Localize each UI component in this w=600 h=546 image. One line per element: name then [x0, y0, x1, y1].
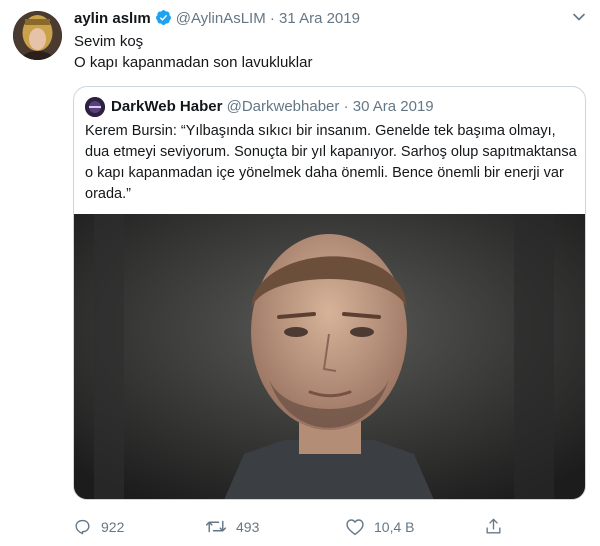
- chevron-down-icon[interactable]: [572, 10, 586, 29]
- reply-count: 922: [101, 518, 125, 535]
- retweet-icon: [205, 520, 227, 533]
- quoted-date: 30 Ara 2019: [352, 98, 434, 115]
- like-count: 10,4 B: [374, 518, 415, 535]
- like-button[interactable]: 10,4 B: [345, 517, 414, 536]
- avatar-image: [13, 11, 62, 60]
- like-icon: [346, 519, 364, 536]
- tweet-text-line: O kapı kapanmadan son lavukluklar: [74, 54, 313, 71]
- separator-dot: ·: [343, 98, 349, 115]
- tweet-header: aylin aslım @AylinAsLIM · 31 Ara 2019: [74, 9, 360, 32]
- quoted-tweet[interactable]: DarkWeb Haber @Darkwebhaber · 30 Ara 201…: [73, 86, 586, 500]
- reply-button[interactable]: 922: [73, 517, 124, 536]
- quoted-author-handle: @Darkwebhaber: [226, 98, 340, 115]
- quoted-header: DarkWeb Haber @Darkwebhaber · 30 Ara 201…: [111, 97, 434, 117]
- verified-badge-icon: [155, 9, 172, 32]
- tweet-date[interactable]: 31 Ara 2019: [279, 10, 360, 27]
- quoted-text: Kerem Bursin: “Yılbaşında sıkıcı bir ins…: [85, 123, 577, 202]
- tweet-text: Sevim koş O kapı kapanmadan son lavukluk…: [74, 31, 312, 73]
- retweet-count: 493: [236, 518, 260, 535]
- retweet-button[interactable]: 493: [205, 517, 259, 536]
- portrait-image: [74, 214, 585, 499]
- reply-icon: [75, 519, 90, 535]
- quoted-photo[interactable]: [74, 214, 585, 499]
- separator-dot: ·: [269, 10, 275, 27]
- author-name[interactable]: aylin aslım: [74, 10, 151, 27]
- share-icon: [486, 518, 501, 534]
- author-handle[interactable]: @AylinAsLIM: [176, 10, 266, 27]
- tweet-text-line: Sevim koş: [74, 33, 144, 50]
- quoted-author-name: DarkWeb Haber: [111, 98, 223, 115]
- quoted-author-avatar: [85, 97, 105, 117]
- author-avatar[interactable]: [13, 11, 62, 60]
- tweet-actions: 922 493 10,4 B: [0, 512, 600, 542]
- share-button[interactable]: [484, 517, 512, 536]
